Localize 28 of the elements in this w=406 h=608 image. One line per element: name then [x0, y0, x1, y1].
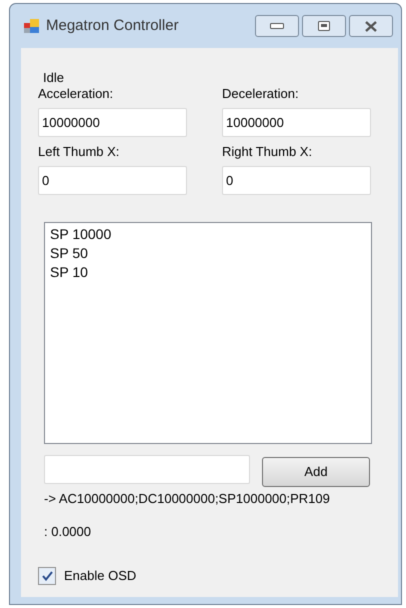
command-input[interactable] [44, 455, 250, 484]
maximize-button[interactable] [302, 15, 346, 37]
command-list[interactable]: SP 10000 SP 50 SP 10 [44, 222, 372, 444]
enable-osd-checkbox[interactable] [38, 566, 56, 585]
minimize-button[interactable] [255, 15, 299, 37]
minimize-icon [270, 23, 284, 29]
window-title: Megatron Controller [46, 16, 179, 36]
enable-osd-label: Enable OSD [64, 567, 136, 585]
maximize-icon [318, 21, 330, 31]
add-button[interactable]: Add [262, 457, 370, 487]
reading-text: : 0.0000 [44, 524, 92, 540]
field-label: Deceleration: [222, 86, 300, 102]
input-field[interactable]: 0 [222, 166, 371, 195]
check-icon [42, 570, 52, 581]
status-label: Idle [43, 70, 65, 86]
field-label: Left Thumb X: [38, 144, 120, 160]
close-button[interactable] [349, 15, 393, 37]
input-field[interactable]: 0 [38, 166, 187, 195]
input-field[interactable]: 10000000 [222, 108, 371, 137]
list-item[interactable]: SP 10000 [50, 225, 112, 244]
close-icon [364, 20, 378, 32]
field-label: Acceleration: [38, 86, 114, 102]
input-field[interactable]: 10000000 [38, 108, 187, 137]
list-item[interactable]: SP 50 [50, 244, 88, 263]
field-label: Right Thumb X: [222, 144, 314, 160]
output-text: -> AC10000000;DC10000000;SP1000000;PR109 [44, 491, 331, 507]
list-item[interactable]: SP 10 [50, 263, 88, 282]
app-icon [24, 19, 40, 33]
